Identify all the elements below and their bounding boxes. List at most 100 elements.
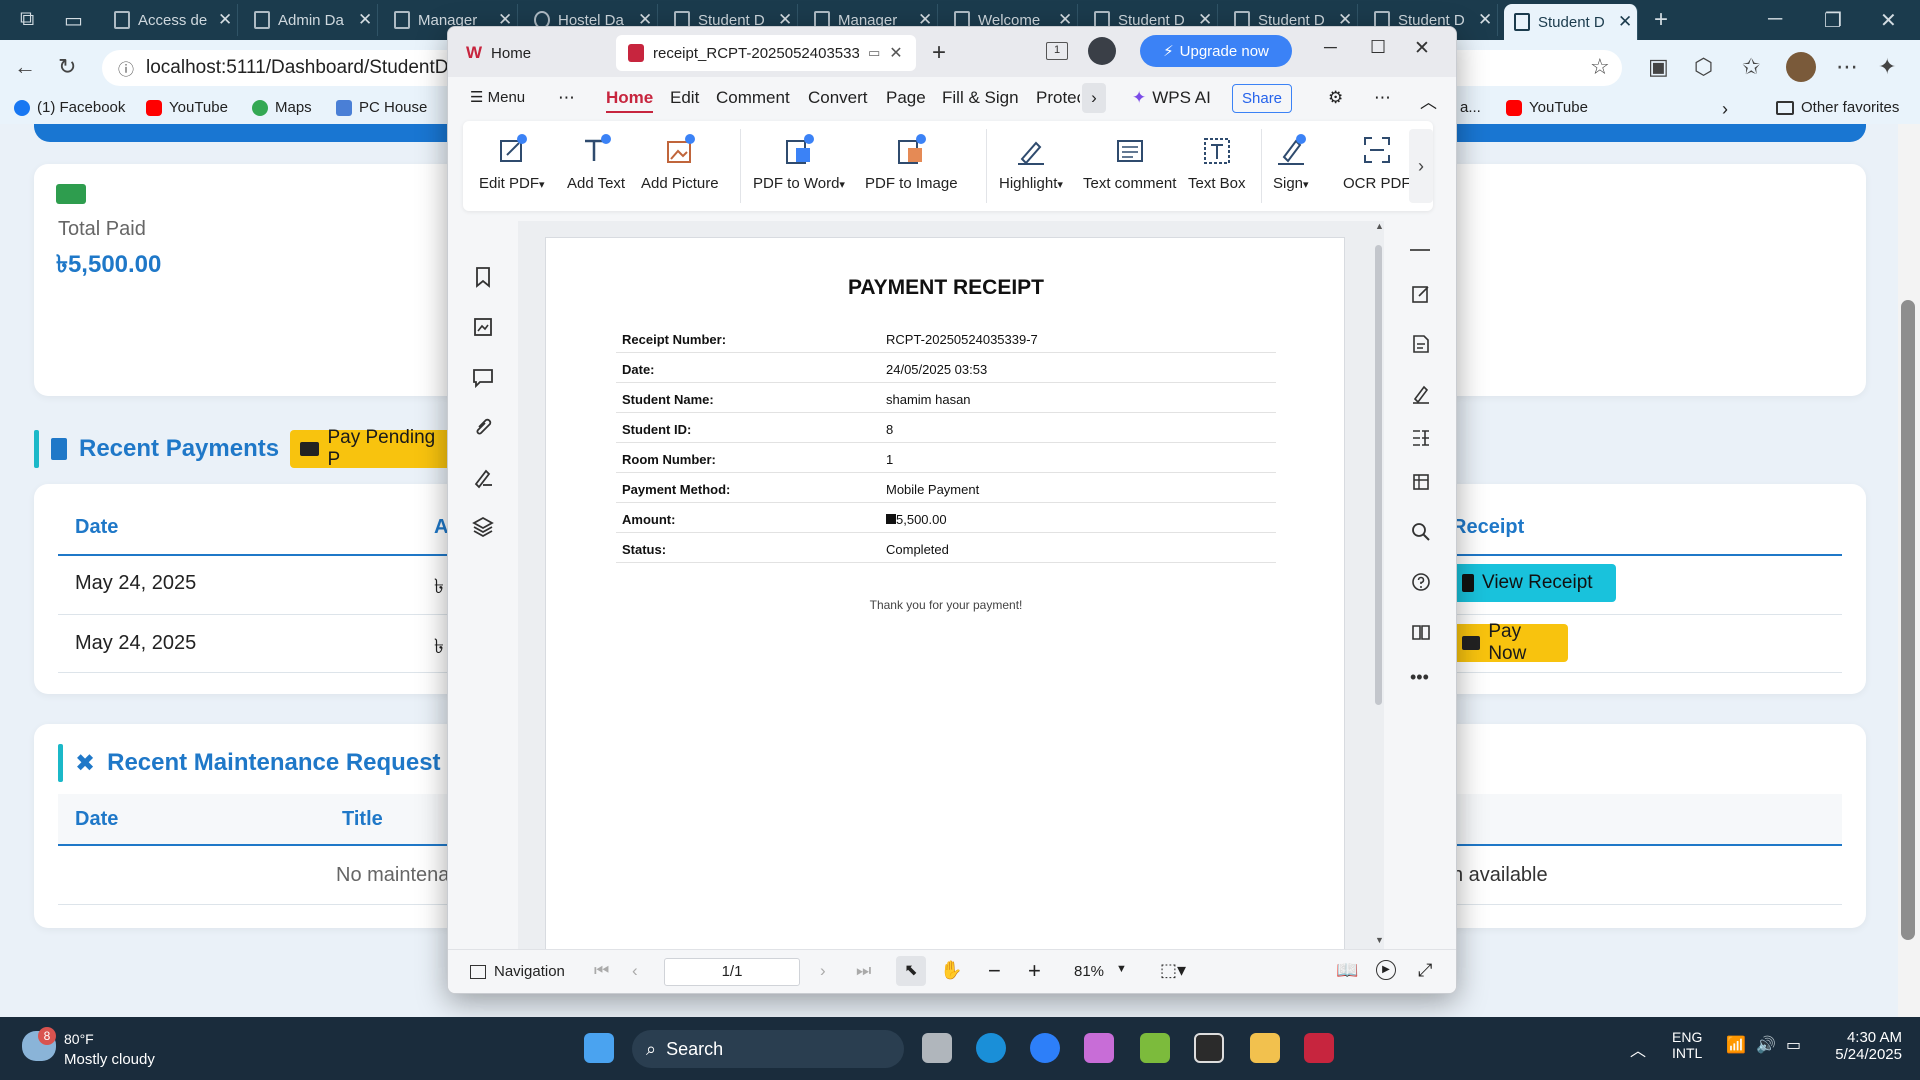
page-number-input[interactable]: 1/1 [664, 958, 800, 986]
weather-temp[interactable]: 80°F [64, 1031, 94, 1047]
edge-icon[interactable] [976, 1033, 1006, 1063]
browser-tab[interactable]: Access de ✕ [104, 4, 238, 36]
taskbar-search[interactable]: ⌕ Search [632, 1030, 904, 1068]
pay-now-button[interactable]: Pay Now [1452, 621, 1568, 664]
scroll-down-icon[interactable]: ▼ [1375, 935, 1384, 945]
favorites-icon[interactable]: ✩ [1742, 54, 1760, 80]
collapse-panel-icon[interactable] [1410, 249, 1430, 251]
add-text-button[interactable]: Add Text [567, 133, 625, 192]
share-button[interactable]: Share [1232, 84, 1293, 113]
convert-panel-icon[interactable] [1410, 333, 1432, 355]
hand-tool-icon[interactable]: ✋ [940, 960, 962, 981]
wps-ai-button[interactable]: ✦ WPS AI [1132, 88, 1211, 108]
site-info-icon[interactable]: ⓘ [118, 56, 134, 80]
wps-close-icon[interactable]: ✕ [1414, 37, 1430, 60]
favorite-pc-house[interactable]: PC House [336, 99, 427, 116]
bookmark-icon[interactable] [471, 265, 495, 289]
other-favorites[interactable]: Other favorites [1776, 99, 1899, 116]
new-doc-tab-icon[interactable]: + [932, 39, 946, 67]
show-hidden-icons[interactable]: ︿ [1630, 1037, 1646, 1061]
ocr-pdf-button[interactable]: OCR PDF [1343, 133, 1411, 192]
attachment-icon[interactable] [471, 415, 495, 439]
close-tab-icon[interactable]: ✕ [1478, 10, 1492, 30]
start-button[interactable] [584, 1033, 614, 1063]
zoom-dropdown-icon[interactable]: ▼ [1116, 963, 1127, 975]
close-tab-icon[interactable]: ✕ [1618, 12, 1632, 32]
menu-home[interactable]: Home [606, 88, 654, 113]
view-receipt-button[interactable]: View Receipt [1452, 564, 1616, 602]
layers-icon[interactable] [471, 515, 495, 539]
python-app-icon[interactable] [1140, 1033, 1170, 1063]
wps-maximize-icon[interactable]: ☐ [1370, 37, 1386, 58]
close-doc-tab-icon[interactable]: ✕ [889, 43, 902, 63]
pdf-to-image-button[interactable]: PDF to Image [865, 133, 958, 192]
back-icon[interactable]: ← [14, 54, 36, 80]
more-tools-icon[interactable]: ••• [1410, 667, 1429, 688]
menu-scroll-right-icon[interactable]: › [1082, 83, 1106, 113]
clock[interactable]: 4:30 AM 5/24/2025 [1826, 1029, 1902, 1063]
menu-page[interactable]: Page [886, 88, 926, 108]
favorite-youtube[interactable]: YouTube [146, 99, 228, 116]
workspaces-icon[interactable]: ⧉ [20, 8, 34, 31]
browser-tab[interactable]: Admin Da ✕ [244, 4, 378, 36]
favorite-truncated[interactable]: a... [1460, 99, 1481, 116]
messenger-icon[interactable] [1030, 1033, 1060, 1063]
menu-comment[interactable]: Comment [716, 88, 790, 108]
thumbnail-icon[interactable] [471, 315, 495, 339]
menu-convert[interactable]: Convert [808, 88, 868, 108]
fit-page-icon[interactable]: ⬚▾ [1160, 960, 1186, 981]
menu-edit[interactable]: Edit [670, 88, 699, 108]
wps-minimize-icon[interactable]: ─ [1324, 37, 1337, 58]
play-icon[interactable]: ▶ [1376, 960, 1396, 980]
upgrade-now-button[interactable]: ⚡ Upgrade now [1140, 35, 1292, 67]
settings-gear-icon[interactable]: ⚙ [1328, 88, 1343, 108]
add-picture-button[interactable]: Add Picture [641, 133, 719, 192]
prev-page-icon[interactable]: ‹ [632, 961, 638, 981]
file-explorer-icon[interactable] [1250, 1033, 1280, 1063]
collections-icon[interactable]: ▣ [1648, 54, 1669, 80]
wifi-icon[interactable]: 📶 [1726, 1035, 1746, 1055]
minimize-icon[interactable]: ─ [1768, 8, 1782, 31]
more-options-icon[interactable]: ⋯ [1374, 88, 1391, 108]
profile-avatar[interactable] [1786, 52, 1816, 82]
compare-panel-icon[interactable] [1410, 427, 1432, 449]
zoom-out-icon[interactable]: − [988, 958, 1001, 984]
menu-button[interactable]: ☰ Menu [470, 88, 525, 106]
maximize-icon[interactable]: ❐ [1824, 8, 1842, 33]
menu-fill-sign[interactable]: Fill & Sign [942, 88, 1019, 108]
close-window-icon[interactable]: ✕ [1880, 8, 1897, 33]
copilot-icon[interactable] [1084, 1033, 1114, 1063]
browser-tab-active[interactable]: Student D ✕ [1504, 4, 1638, 40]
task-view-icon[interactable] [922, 1033, 952, 1063]
fullscreen-icon[interactable]: ⤢ [1418, 960, 1432, 981]
search-icon[interactable] [1410, 521, 1432, 543]
signature-panel-icon[interactable] [471, 465, 495, 489]
close-tab-icon[interactable]: ✕ [358, 10, 372, 30]
first-page-icon[interactable]: ⏮ [594, 961, 609, 981]
edit-pdf-button[interactable]: Edit PDF▾ [479, 133, 545, 192]
book-view-icon[interactable]: 📖 [1336, 960, 1358, 981]
favorite-facebook[interactable]: (1) Facebook [14, 99, 125, 116]
pdf-to-word-button[interactable]: PDF to Word▾ [753, 133, 845, 192]
next-page-icon[interactable]: › [820, 961, 826, 981]
zoom-in-icon[interactable]: + [1028, 958, 1041, 984]
text-comment-button[interactable]: Text comment [1083, 133, 1176, 192]
select-tool-icon[interactable]: ⬉ [896, 956, 926, 986]
close-tab-icon[interactable]: ✕ [218, 10, 232, 30]
favorite-maps[interactable]: Maps [252, 99, 312, 116]
navigation-toggle[interactable]: Navigation [470, 963, 565, 980]
comment-icon[interactable] [471, 365, 495, 389]
page-scrollbar-thumb[interactable] [1901, 300, 1915, 940]
favorite-youtube-2[interactable]: YouTube [1506, 99, 1588, 116]
collapse-ribbon-icon[interactable]: ︿ [1420, 88, 1437, 113]
highlight-button[interactable]: Highlight▾ [999, 133, 1063, 192]
menu-overflow-icon[interactable]: ⋯ [558, 88, 575, 108]
page-count-badge[interactable]: 1 [1046, 42, 1068, 60]
app-icon[interactable] [1194, 1033, 1224, 1063]
volume-icon[interactable]: 🔊 [1756, 1035, 1776, 1055]
sign-button[interactable]: Sign▾ [1273, 133, 1309, 192]
pay-pending-button[interactable]: Pay Pending P [290, 427, 460, 470]
sign-panel-icon[interactable] [1410, 383, 1432, 405]
edit-panel-icon[interactable] [1410, 283, 1432, 305]
wps-home-tab[interactable]: W Home [454, 35, 610, 71]
